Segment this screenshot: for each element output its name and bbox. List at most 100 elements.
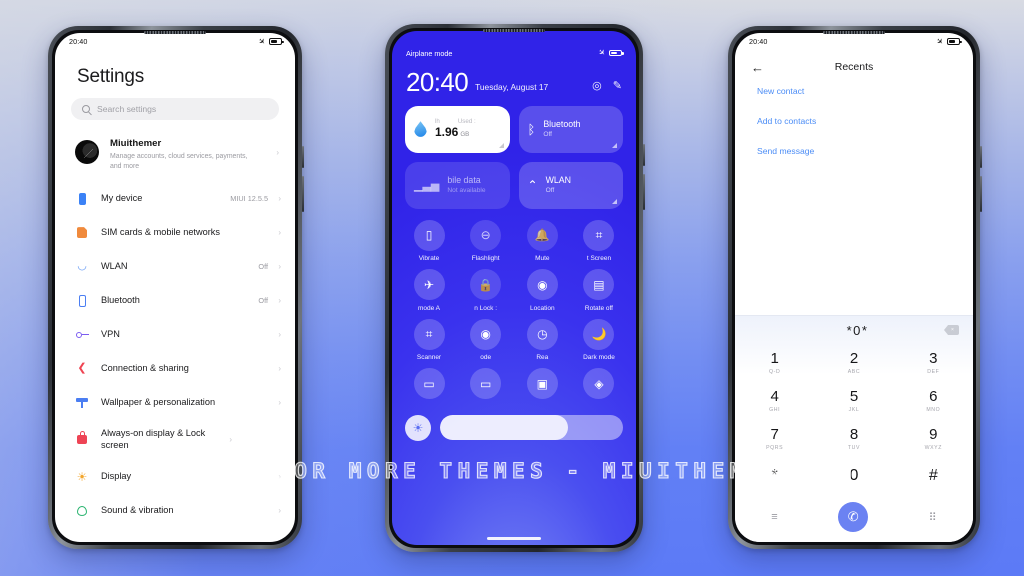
toggle-label: Location [530,304,555,312]
key-star[interactable]: * [735,458,814,496]
key-sublabel: JKL [848,407,860,413]
home-indicator[interactable] [487,537,541,540]
toggle-label: Scanner [416,354,442,362]
settings-row-sim-cards-mobile-networks[interactable]: SIM cards & mobile networks › [55,216,295,250]
settings-row-display[interactable]: ☀ Display › [55,460,295,494]
key-digit: 1 [770,350,779,367]
settings-row-vpn[interactable]: VPN › [55,318,295,352]
quick-action-new-contact[interactable]: New contact [757,86,973,96]
key-3[interactable]: 3 DEF [894,344,973,382]
settings-row-always-on-display-lock-screen[interactable]: Always-on display & Lock screen › [55,420,295,460]
data-usage-tile[interactable]: lh Used : 1.96 GB [405,105,510,153]
airplane-icon: ✈ [934,35,946,47]
qr-scanner-icon: ⌗ [413,318,445,350]
page-title: Settings [77,66,145,87]
data-tile-top-right: Used : [457,118,476,126]
volume-button[interactable] [979,176,982,212]
keypad-icon[interactable]: ⠿ [929,511,937,524]
key-sublabel: DEF [927,369,940,375]
settings-list: My device MIUI 12.5.5 › SIM cards & mobile … [55,182,295,528]
quick-action-links: New contact Add to contacts Send message [735,76,973,176]
airplane-mode-label: Airplane mode [406,48,453,58]
toggle-battery-saver-icon[interactable]: ▭ [403,368,455,404]
toggle-screenshot-icon[interactable]: ⌗ t Screen [573,219,625,262]
key-digit: * [771,466,778,484]
brightness-slider[interactable] [440,415,623,441]
back-arrow-icon[interactable]: ← [751,60,773,75]
chevron-right-icon: › [278,296,281,306]
backspace-icon[interactable]: × [944,325,959,335]
toggle-bell-icon[interactable]: 🔔 Mute [516,219,568,262]
quick-action-add-to-contacts[interactable]: Add to contacts [757,116,973,126]
settings-row-wallpaper-personalization[interactable]: Wallpaper & personalization › [55,386,295,420]
dial-pad-panel: *0* × 1 Q-D 2 ABC 3 DEF 4 GHI 5 JKL 6 MNO 7 PQRS 8 TUV 9… [735,315,973,542]
chevron-right-icon: › [278,194,281,204]
toggle-rotate-lock-icon[interactable]: ▤ Rotate off [573,269,625,312]
settings-row-connection-sharing[interactable]: ❮ Connection & sharing › [55,352,295,386]
power-button[interactable] [301,146,304,168]
toggle-eye-icon[interactable]: ◉ ode [460,318,512,361]
key-6[interactable]: 6 MNO [894,382,973,420]
mobile-data-tile[interactable]: ▁▃▅ bile data Not available [405,161,510,209]
menu-icon[interactable]: ≡ [771,511,777,523]
toggle-lock-icon[interactable]: 🔒 n Lock : [460,269,512,312]
toggle-reading-mode-icon[interactable]: ◷ Rea [516,318,568,361]
key-digit: 3 [929,350,938,367]
toggle-location-pin-icon[interactable]: ◉ Location [516,269,568,312]
dialer-screen: 20:40 ✈ ← Recents New contact Add to cont… [735,33,973,542]
toggle-cast-screen-icon[interactable]: ▣ [516,368,568,404]
toggle-qr-scanner-icon[interactable]: ⌗ Scanner [403,318,455,362]
toggle-row: ▭ ▭ ▣ ◈ [403,368,625,404]
bluetooth-tile[interactable]: ᛒ Bluetooth Off [518,105,623,153]
toggle-vibrate-icon[interactable]: ▯ Vibrate [403,219,455,262]
search-icon [82,105,90,113]
key-1[interactable]: 1 Q-D [735,344,814,382]
big-tiles-row-1: lh Used : 1.96 GB ᛒ Bluetooth Off [392,95,636,153]
key-8[interactable]: 8 TUV [814,420,893,458]
settings-row-value: Off [258,296,268,306]
power-button[interactable] [979,146,982,168]
settings-row-sound-vibration[interactable]: Sound & vibration › [55,494,295,528]
settings-row-label: Sound & vibration [101,505,174,516]
settings-row-label: My device [101,193,143,204]
settings-gear-icon[interactable]: ◎ [592,79,602,92]
wallpaper-icon [75,397,89,408]
key-digit: # [928,466,938,484]
wifi-icon: ◡ [77,260,87,273]
toggle-label: mode A [417,304,441,312]
toggle-theme-icon[interactable]: ◈ [573,368,625,404]
edit-icon[interactable]: ✎ [613,79,622,92]
key-7[interactable]: 7 PQRS [735,420,814,458]
toggle-moon-icon[interactable]: 🌙 Dark mode [573,318,625,361]
settings-row-wlan[interactable]: ◡ WLAN Off › [55,250,295,284]
account-row[interactable]: Miuithemer Manage accounts, cloud servic… [55,132,295,182]
power-button[interactable] [642,144,645,166]
settings-row-label: Bluetooth [101,295,140,306]
key-5[interactable]: 5 JKL [814,382,893,420]
key-hash[interactable]: # [894,458,973,496]
brightness-icon[interactable]: ☀ [405,414,431,441]
volume-button[interactable] [301,176,304,212]
settings-row-my-device[interactable]: My device MIUI 12.5.5 › [55,182,295,216]
earpiece-grille [144,31,206,34]
volume-button[interactable] [642,174,645,210]
settings-row-value: MIUI 12.5.5 [230,194,268,204]
key-2[interactable]: 2 ABC [814,344,893,382]
key-0[interactable]: 0 [814,458,893,496]
bluetooth-icon: ᛒ [527,121,536,137]
call-button[interactable]: ✆ [838,502,869,532]
toggle-label: n Lock : [474,304,498,312]
chevron-right-icon: › [278,228,281,238]
dial-bottom-bar: ≡ ✆ ⠿ [735,496,973,538]
search-input[interactable]: Search settings [71,98,279,120]
key-4[interactable]: 4 GHI [735,382,814,420]
toggle-flashlight-icon[interactable]: ⊖ Flashlight [460,219,512,262]
key-9[interactable]: 9 WXYZ [894,420,973,458]
toggle-ultra-battery-icon[interactable]: ▭ [460,368,512,404]
settings-row-bluetooth[interactable]: Bluetooth Off › [55,284,295,318]
quick-action-send-message[interactable]: Send message [757,146,973,156]
toggle-airplane-icon[interactable]: ✈ mode A [403,269,455,312]
wlan-tile[interactable]: ⌃ WLAN Off [518,161,623,209]
search-placeholder: Search settings [97,104,157,114]
bluetooth-tile-subtitle: Off [543,130,552,138]
